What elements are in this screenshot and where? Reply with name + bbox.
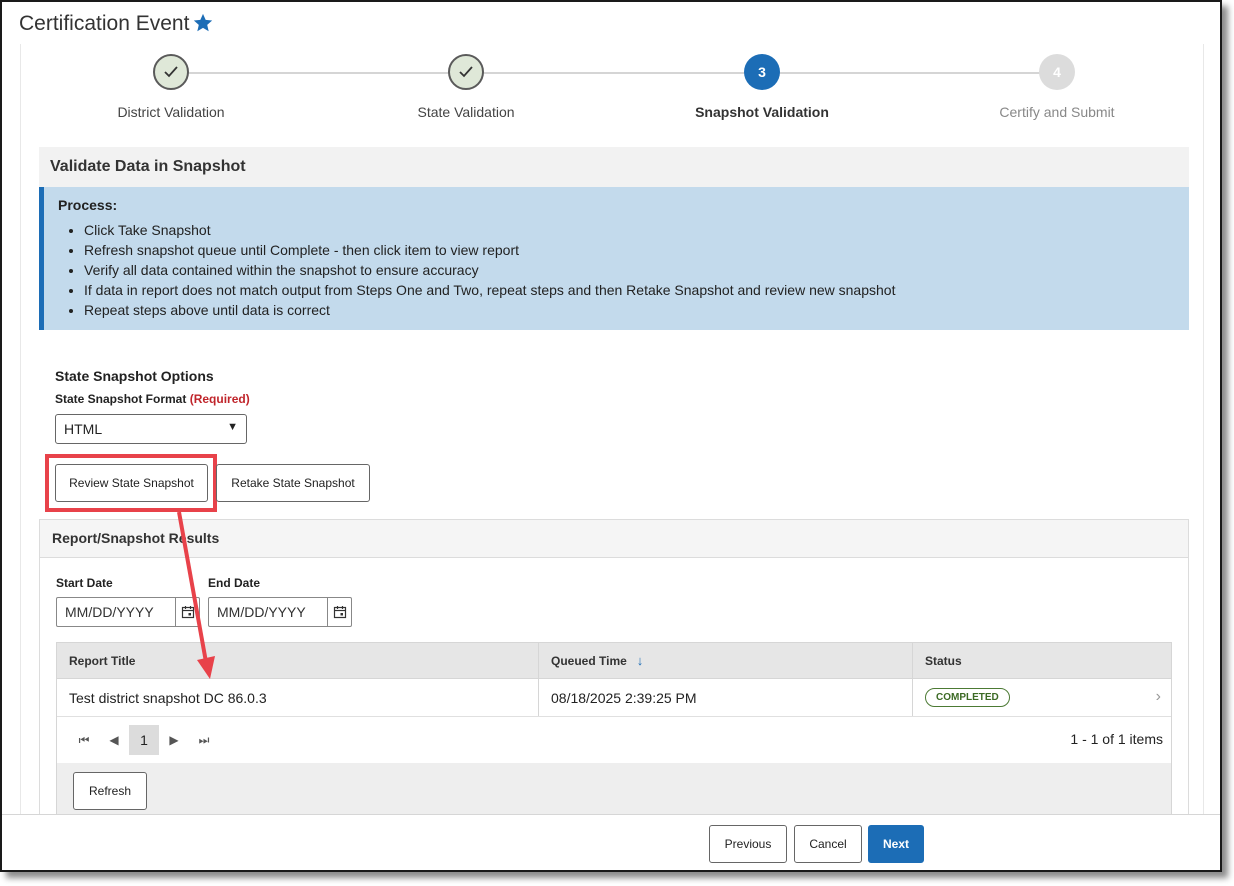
cancel-button[interactable]: Cancel <box>794 825 862 863</box>
table-header: Report Title Queued Time ↓ Status <box>57 643 1171 679</box>
retake-snapshot-button[interactable]: Retake State Snapshot <box>216 464 370 502</box>
application-window: Certification Event District Validation … <box>0 0 1222 872</box>
step-number: 3 <box>744 54 780 90</box>
step-label: Snapshot Validation <box>695 104 829 120</box>
format-select-value: HTML <box>64 421 103 437</box>
format-label: State Snapshot Format (Required) <box>55 392 250 406</box>
start-date-label: Start Date <box>56 576 113 590</box>
items-count: 1 - 1 of 1 items <box>1070 731 1163 747</box>
refresh-button[interactable]: Refresh <box>73 772 147 810</box>
stepper-line <box>171 72 1056 74</box>
process-info-panel: Process: Click Take Snapshot Refresh sna… <box>39 187 1189 330</box>
sort-down-icon: ↓ <box>636 653 644 668</box>
column-header-queued-time[interactable]: Queued Time ↓ <box>539 643 913 678</box>
pagination: ⏮ ◀ 1 ▶ ⏭ 1 - 1 of 1 items <box>57 717 1171 763</box>
section-title: Validate Data in Snapshot <box>39 147 1189 187</box>
step-snapshot-validation[interactable]: 3 Snapshot Validation <box>652 54 872 120</box>
first-page-icon[interactable]: ⏮ <box>69 733 99 748</box>
checkmark-icon <box>448 54 484 90</box>
current-page[interactable]: 1 <box>129 725 159 755</box>
page-title: Certification Event <box>19 12 190 35</box>
last-page-icon[interactable]: ⏭ <box>189 733 219 748</box>
progress-stepper: District Validation State Validation 3 S… <box>21 44 1205 134</box>
chevron-right-icon[interactable]: › <box>1156 688 1161 706</box>
end-date-label: End Date <box>208 576 261 590</box>
process-item: Click Take Snapshot <box>84 220 1175 240</box>
format-label-text: State Snapshot Format <box>55 392 187 406</box>
results-title: Report/Snapshot Results <box>40 520 1188 558</box>
step-state-validation[interactable]: State Validation <box>356 54 576 120</box>
page-header: Certification Event <box>2 2 1220 44</box>
cell-status: COMPLETED › <box>913 679 1171 716</box>
checkmark-icon <box>153 54 189 90</box>
prev-page-icon[interactable]: ◀ <box>99 733 129 747</box>
start-date-placeholder: MM/DD/YYYY <box>65 604 154 620</box>
calendar-icon[interactable] <box>175 598 199 626</box>
process-item: If data in report does not match output … <box>84 280 1175 300</box>
options-title: State Snapshot Options <box>55 368 214 384</box>
step-district-validation[interactable]: District Validation <box>61 54 281 120</box>
footer-bar: Previous Cancel Next <box>2 814 1220 870</box>
process-list: Click Take Snapshot Refresh snapshot que… <box>84 220 1175 320</box>
calendar-icon[interactable] <box>327 598 351 626</box>
main-content: District Validation State Validation 3 S… <box>20 44 1205 823</box>
process-item: Refresh snapshot queue until Complete - … <box>84 240 1175 260</box>
end-date-placeholder: MM/DD/YYYY <box>217 604 306 620</box>
step-label: District Validation <box>117 104 225 120</box>
step-label: State Validation <box>417 104 515 120</box>
table-row[interactable]: Test district snapshot DC 86.0.3 08/18/2… <box>57 679 1171 717</box>
cell-queued-time: 08/18/2025 2:39:25 PM <box>539 679 913 716</box>
required-indicator: (Required) <box>189 392 250 406</box>
star-icon[interactable] <box>192 12 214 34</box>
next-button[interactable]: Next <box>868 825 924 863</box>
process-title: Process: <box>58 197 118 213</box>
end-date-input[interactable]: MM/DD/YYYY <box>208 597 352 627</box>
column-header-report-title[interactable]: Report Title <box>57 643 539 678</box>
review-snapshot-button[interactable]: Review State Snapshot <box>55 464 208 502</box>
caret-down-icon: ▼ <box>227 421 238 433</box>
results-panel: Report/Snapshot Results Start Date MM/DD… <box>39 519 1189 823</box>
start-date-input[interactable]: MM/DD/YYYY <box>56 597 200 627</box>
process-item: Verify all data contained within the sna… <box>84 260 1175 280</box>
column-header-status[interactable]: Status <box>913 643 1171 678</box>
step-label: Certify and Submit <box>999 104 1115 120</box>
next-page-icon[interactable]: ▶ <box>159 733 189 747</box>
cell-report-title: Test district snapshot DC 86.0.3 <box>57 679 539 716</box>
step-number: 4 <box>1039 54 1075 90</box>
format-select[interactable]: HTML ▼ <box>55 414 247 444</box>
step-certify-submit[interactable]: 4 Certify and Submit <box>947 54 1167 120</box>
status-badge: COMPLETED <box>925 688 1010 707</box>
process-item: Repeat steps above until data is correct <box>84 300 1175 320</box>
previous-button[interactable]: Previous <box>709 825 787 863</box>
results-table: Report Title Queued Time ↓ Status Test d… <box>56 642 1172 764</box>
column-header-label: Queued Time <box>551 653 627 668</box>
